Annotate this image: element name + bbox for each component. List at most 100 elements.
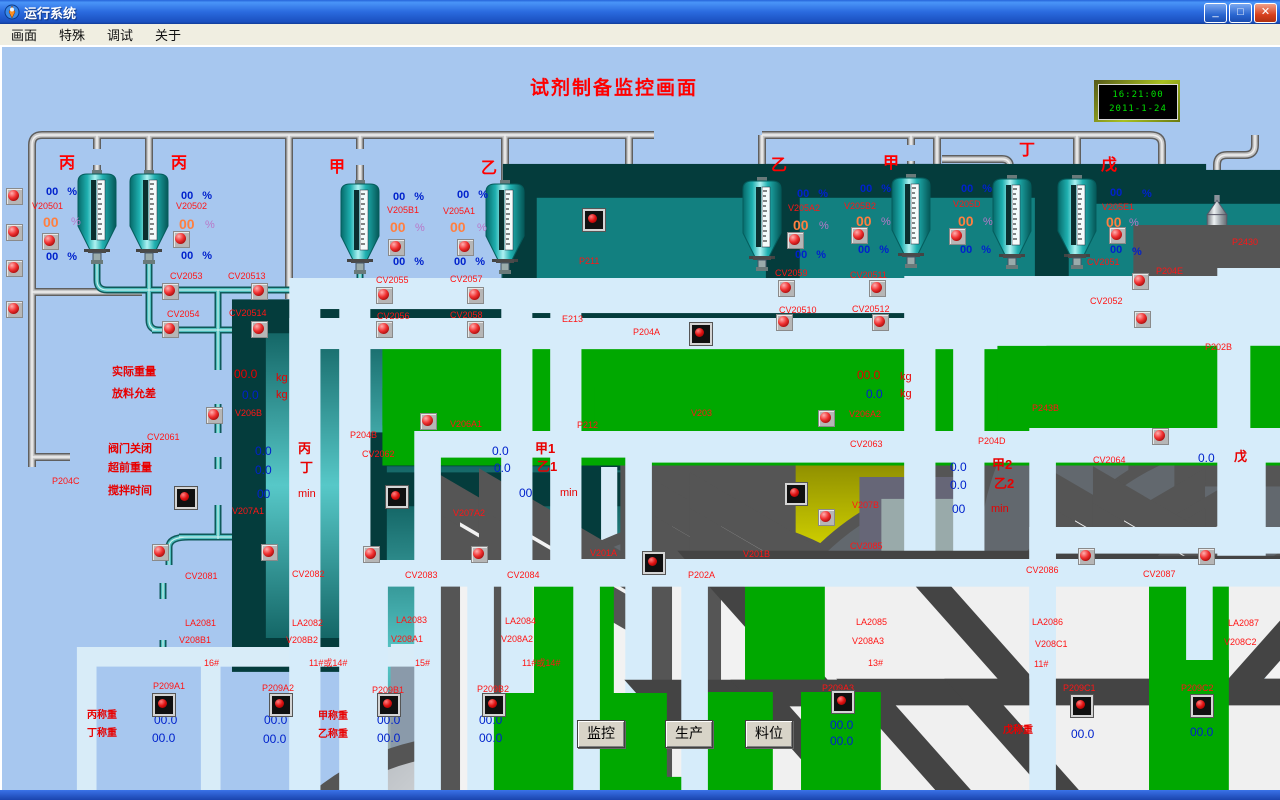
tank4-tag: V205A1 [443, 207, 475, 216]
tank7-level-top: 00 % [961, 184, 992, 195]
menu-item-guanyu[interactable]: 关于 [144, 24, 192, 45]
production-button[interactable]: 生产 [665, 720, 713, 748]
vessel-tag: V206B [235, 409, 262, 418]
alarm-led-icon [153, 694, 175, 716]
status-led-icon [818, 509, 835, 526]
valve-tag: CV20511 [850, 271, 887, 280]
vessel-tag: P2430 [1232, 238, 1258, 247]
line2-value-a: 0.0 [492, 445, 509, 457]
menu-item-huamian[interactable]: 画面 [0, 24, 48, 45]
status-led-icon [467, 287, 484, 304]
status-led-icon [1198, 548, 1215, 565]
monitor-button[interactable]: 监控 [577, 720, 625, 748]
tank3-name: 甲 [329, 160, 345, 176]
valve-tag: CV2087 [1143, 570, 1176, 579]
valve-closed-label: 阀门关闭 [108, 444, 152, 455]
status-led-icon [457, 239, 474, 256]
status-led-icon [162, 283, 179, 300]
alarm-led-icon [386, 486, 408, 508]
pump-tag: P204A [633, 328, 660, 337]
status-led-icon [6, 188, 23, 205]
status-led-icon [818, 410, 835, 427]
tank8-unit: % [1129, 218, 1139, 229]
alarm-led-icon [583, 209, 605, 231]
vessel-tag: V208B1 [179, 636, 211, 645]
tank2-name: 丙 [171, 156, 187, 172]
maximize-button[interactable]: □ [1229, 3, 1252, 23]
pump-tag: P204D [978, 437, 1006, 446]
minimize-button[interactable]: _ [1204, 3, 1227, 23]
valve-tag: CV20512 [852, 305, 890, 314]
clock-display: 16:21:00 2011-1-24 [1094, 80, 1180, 122]
pump-tag: P202A [688, 571, 715, 580]
feeder-tag: LA2083 [396, 616, 427, 625]
alarm-led-icon [690, 323, 712, 345]
tank4-value: 00 [450, 220, 466, 234]
mimic-canvas: 试剂制备监控画面 16:21:00 2011-1-24 丙丙甲乙乙甲丁戊00 %… [0, 45, 1280, 790]
status-led-icon [1132, 273, 1149, 290]
weigh-yi-value2: 00.0 [479, 732, 502, 744]
discharge-tolerance-unit: kg [276, 390, 288, 401]
tank8-level-bot-unit: % [1132, 247, 1142, 258]
line4-name: 戊 [1234, 450, 1247, 463]
pump-number: 15# [415, 659, 430, 668]
menu-item-teshu[interactable]: 特殊 [48, 24, 96, 45]
status-led-icon [206, 407, 223, 424]
status-led-icon [261, 544, 278, 561]
valve-tag: CV2084 [507, 571, 540, 580]
clock-date: 2011-1-24 [1109, 104, 1167, 114]
valve-tag: CV2056 [377, 312, 410, 321]
close-button[interactable]: ✕ [1254, 3, 1277, 23]
feeder-tag: LA2084 [505, 617, 536, 626]
vessel-tag: V203 [691, 409, 712, 418]
lead-weight-label: 超前重量 [108, 463, 152, 474]
vessel-tag: V201A [590, 549, 617, 558]
line2-name-a: 甲1 [535, 442, 555, 455]
status-led-icon [949, 228, 966, 245]
status-led-icon [787, 232, 804, 249]
weigh-wu-label: 戊称重 [1003, 726, 1033, 736]
lead-weight-value: 0.0 [255, 464, 272, 476]
menu-item-tiaoshi[interactable]: 调试 [96, 24, 144, 45]
alarm-led-icon [175, 487, 197, 509]
feeder-tag: LA2081 [185, 619, 216, 628]
title-bar: 运行系统 _ □ ✕ [0, 0, 1280, 24]
col3-weight-unit: kg [900, 372, 912, 383]
tank2-value: 00 [179, 217, 195, 231]
weigh-ding-label: 丁称重 [87, 729, 117, 739]
valve-tag: CV2086 [1026, 566, 1059, 575]
weigh-a3-value2: 00.0 [830, 735, 853, 747]
status-led-icon [376, 287, 393, 304]
material-level-button[interactable]: 料位 [745, 720, 793, 748]
status-led-icon [42, 233, 59, 250]
tank8-level-bot: 00 [1110, 245, 1122, 256]
status-led-icon [152, 544, 169, 561]
status-led-icon [6, 224, 23, 241]
status-led-icon [251, 283, 268, 300]
weigh-yi-value1: 00.0 [377, 732, 400, 744]
tank1-value: 00 [43, 215, 59, 229]
window-bottom-border [0, 790, 1280, 800]
vessel-tag: V208C1 [1035, 640, 1068, 649]
valve-tag: CV2054 [167, 310, 200, 319]
weigh-a3-value1: 00.0 [830, 719, 853, 731]
tank3-level-bot: 00 % [393, 257, 424, 268]
tank7-unit: % [983, 217, 993, 228]
pump-tag: P209B2 [477, 685, 509, 694]
tank7-tag: V205D [953, 200, 981, 209]
weigh-jia-label: 甲称重 [318, 712, 348, 722]
tank1-tag: V20501 [32, 202, 63, 211]
vessel-tag: V208B2 [286, 636, 318, 645]
status-led-icon [471, 546, 488, 563]
pump-number: 16# [204, 659, 219, 668]
tank1-level-bot: 00 % [46, 252, 77, 263]
pump-number: 11#或14# [309, 659, 347, 668]
discharge-tolerance-value: 0.0 [242, 389, 259, 401]
actual-weight-value: 00.0 [234, 368, 257, 380]
status-led-icon [1152, 428, 1169, 445]
pump-tag: P209A1 [153, 682, 185, 691]
alarm-led-icon [785, 483, 807, 505]
tank4-name: 乙 [481, 161, 497, 177]
valve-tag: CV20513 [228, 272, 266, 281]
line4-value: 0.0 [1198, 452, 1215, 464]
